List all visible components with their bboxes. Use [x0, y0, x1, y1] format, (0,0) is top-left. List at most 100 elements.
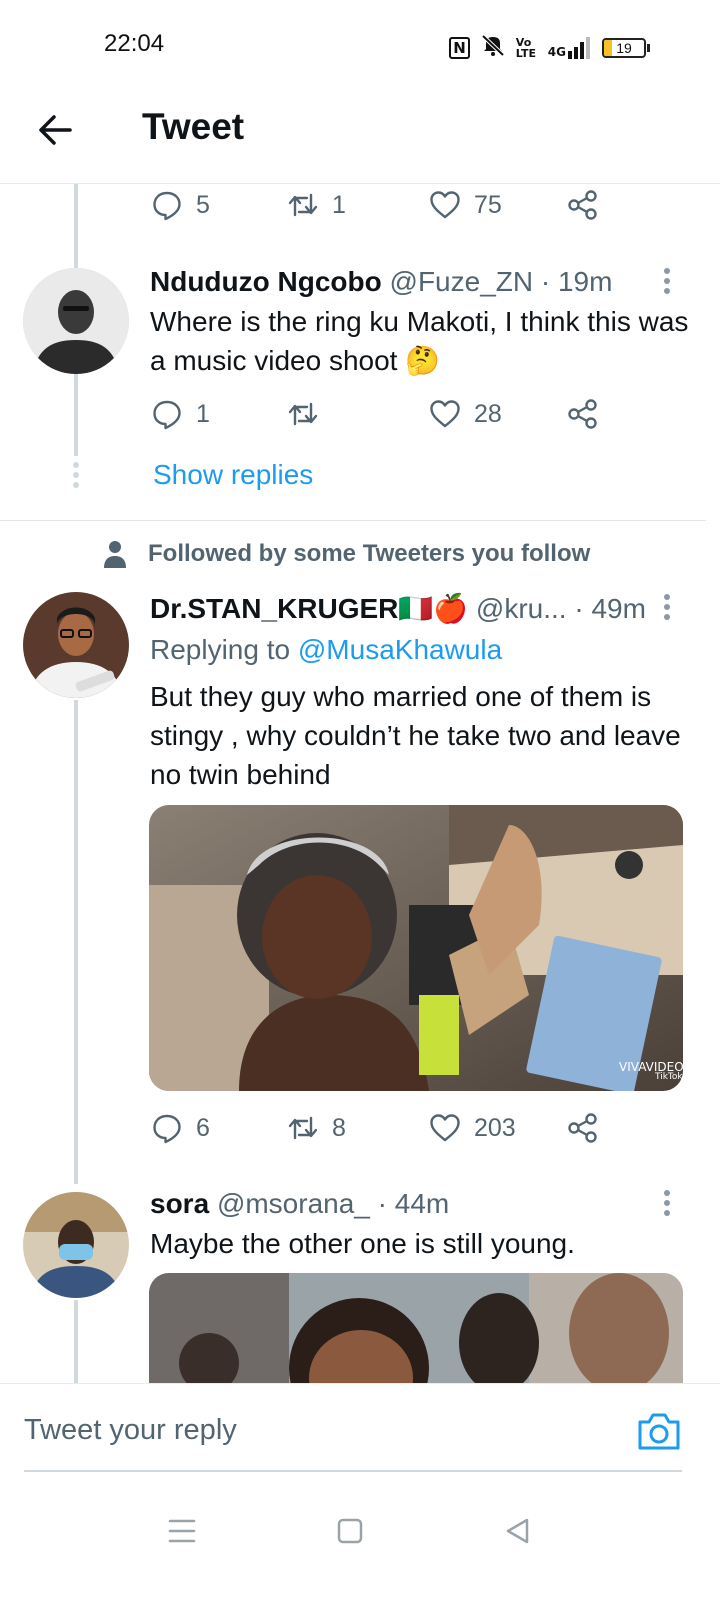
like-button[interactable]: 28	[428, 397, 502, 431]
tweet-media[interactable]: VIVAVIDEO TikTok	[149, 805, 683, 1091]
tweet-time[interactable]: 44m	[395, 1188, 449, 1219]
reply-count: 1	[196, 399, 210, 428]
menu-icon	[168, 1519, 196, 1543]
square-icon	[337, 1518, 363, 1544]
media-image	[149, 1273, 683, 1383]
system-nav-bar	[0, 1473, 720, 1600]
avatar[interactable]	[23, 1192, 129, 1298]
volte-icon: Vo LTE	[515, 35, 537, 60]
share-button[interactable]	[566, 188, 600, 222]
more-vertical-icon	[658, 594, 676, 620]
page-title: Tweet	[142, 106, 245, 147]
status-icons: N Vo LTE 4G 19	[449, 33, 650, 62]
retweet-icon	[288, 1116, 318, 1140]
battery-level: 19	[616, 39, 632, 56]
avatar-photo	[23, 592, 129, 698]
avatar-photo	[23, 1192, 129, 1298]
tweet-text: But they guy who married one of them is …	[150, 681, 681, 790]
reply-button[interactable]: 1	[150, 397, 210, 431]
social-context-text: Followed by some Tweeters you follow	[148, 540, 591, 567]
battery-icon: 19	[602, 37, 650, 58]
more-options-button[interactable]	[658, 592, 676, 622]
meta-separator: ·	[540, 266, 551, 297]
like-count: 28	[474, 399, 502, 428]
signal-4g-icon: 4G	[547, 36, 592, 59]
display-name[interactable]: sora	[150, 1188, 209, 1219]
thread-collapsed-dots	[73, 462, 79, 492]
more-options-button[interactable]	[658, 1188, 676, 1218]
like-count: 75	[474, 190, 502, 219]
arrow-left-icon	[39, 115, 72, 145]
reply-icon	[153, 400, 181, 430]
reply-input[interactable]: Tweet your reply	[24, 1414, 237, 1447]
tweet-header: sora @msorana_ · 44m	[150, 1188, 449, 1220]
camera-button[interactable]	[636, 1410, 682, 1452]
nav-home-button[interactable]	[330, 1511, 370, 1551]
reply-icon	[153, 191, 181, 221]
avatar[interactable]	[23, 268, 129, 374]
retweet-button[interactable]	[286, 397, 332, 431]
triangle-back-icon	[506, 1518, 529, 1544]
share-button[interactable]	[566, 1111, 600, 1145]
media-image: VIVAVIDEO TikTok	[149, 805, 683, 1091]
user-handle[interactable]: @msorana_	[217, 1188, 370, 1219]
share-button[interactable]	[566, 397, 600, 431]
thread-line	[74, 1300, 78, 1384]
reply-button[interactable]: 6	[150, 1111, 210, 1145]
share-icon	[568, 399, 597, 429]
thread-line	[74, 700, 78, 1184]
user-handle[interactable]: @Fuze_ZN	[390, 266, 534, 297]
media-watermark-tiktok: TikTok	[654, 1072, 683, 1082]
like-button[interactable]: 203	[428, 1111, 516, 1145]
mute-icon	[480, 33, 506, 62]
nav-back-button[interactable]	[498, 1511, 538, 1551]
display-name[interactable]: Dr.STAN_KRUGER🇮🇹🍎	[150, 593, 468, 624]
tweet-header: Nduduzo Ngcobo @Fuze_ZN · 19m	[150, 266, 612, 298]
retweet-count: 1	[332, 190, 346, 219]
avatar-photo	[23, 268, 129, 374]
nav-menu-button[interactable]	[162, 1511, 202, 1551]
social-context: Followed by some Tweeters you follow	[104, 540, 590, 568]
retweet-count: 8	[332, 1113, 346, 1142]
like-count: 203	[474, 1113, 516, 1142]
replying-prefix: Replying to	[150, 634, 291, 665]
nfc-icon: N	[449, 36, 470, 59]
person-icon	[104, 541, 126, 568]
tweet-actions: 1 28	[150, 397, 620, 437]
reply-icon	[153, 1114, 181, 1144]
tweet-actions: 6 8 203	[150, 1111, 620, 1151]
tweet-time[interactable]: 49m	[591, 593, 645, 624]
network-label: 4G	[547, 44, 566, 59]
tweet-text: Maybe the other one is still young.	[150, 1228, 575, 1259]
back-button[interactable]	[34, 108, 78, 152]
more-vertical-icon	[658, 268, 676, 294]
retweet-button[interactable]: 8	[286, 1111, 346, 1145]
camera-icon	[638, 1413, 680, 1450]
more-options-button[interactable]	[658, 266, 676, 296]
tweet-media[interactable]	[149, 1273, 683, 1383]
meta-separator: ·	[377, 1188, 387, 1219]
retweet-button[interactable]: 1	[286, 188, 346, 222]
reply-count: 6	[196, 1113, 210, 1142]
mention-link[interactable]: @MusaKhawula	[298, 634, 502, 665]
tweet-time[interactable]: 19m	[558, 266, 612, 297]
status-time: 22:04	[104, 30, 165, 57]
heart-icon	[430, 400, 460, 428]
divider	[0, 520, 706, 521]
heart-icon	[430, 191, 460, 219]
share-icon	[568, 190, 597, 220]
avatar[interactable]	[23, 592, 129, 698]
meta-separator: ·	[574, 593, 584, 624]
replying-to: Replying to @MusaKhawula	[150, 634, 502, 666]
show-replies-link[interactable]: Show replies	[153, 459, 313, 491]
reply-count: 5	[196, 190, 210, 219]
share-icon	[568, 1113, 597, 1143]
like-button[interactable]: 75	[428, 188, 502, 222]
battery-fill	[604, 39, 612, 56]
display-name[interactable]: Nduduzo Ngcobo	[150, 266, 382, 297]
tweet-text: Where is the ring ku Makoti, I think thi…	[150, 306, 689, 376]
more-vertical-icon	[658, 1190, 676, 1216]
reply-button[interactable]: 5	[150, 188, 210, 222]
user-handle[interactable]: @kru...	[476, 593, 567, 624]
heart-icon	[430, 1114, 460, 1142]
